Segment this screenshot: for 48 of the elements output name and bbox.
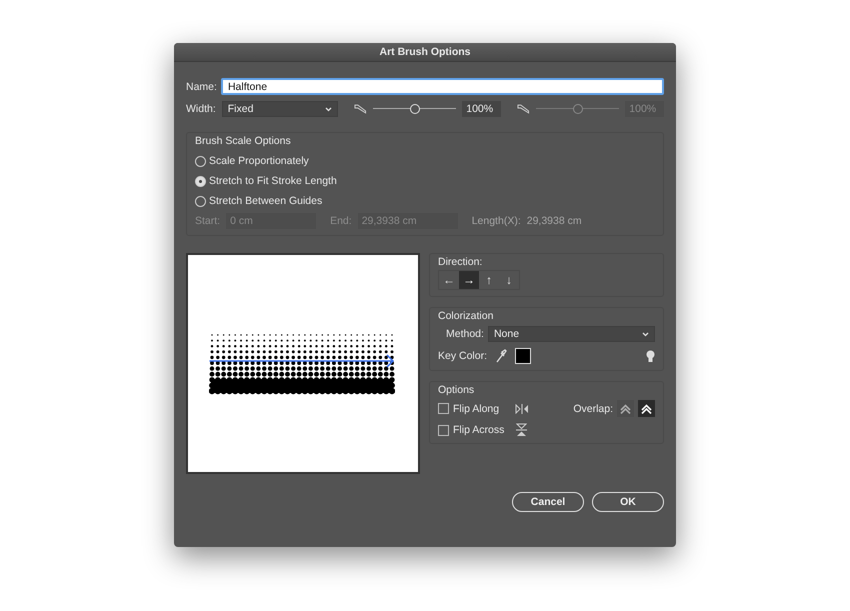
field-label: Overlap:	[573, 402, 613, 414]
overlap-button[interactable]	[638, 400, 655, 417]
option-label[interactable]: Flip Across	[453, 424, 504, 436]
field-label: Method:	[446, 328, 484, 340]
method-dropdown[interactable]: None	[488, 326, 655, 342]
group-title: Brush Scale Options	[195, 135, 292, 147]
field-label: Name:	[186, 80, 217, 92]
direction-button[interactable]: ↓	[499, 271, 519, 289]
checkbox[interactable]	[438, 403, 449, 414]
option-label[interactable]: Flip Along	[453, 402, 500, 414]
length-value: 29,3938 cm	[526, 215, 582, 227]
group-title: Colorization	[438, 310, 494, 322]
width-slider[interactable]	[373, 102, 456, 116]
flip-across-icon	[516, 423, 528, 437]
option-label[interactable]: Stretch Between Guides	[209, 195, 322, 207]
field-label: Start:	[195, 215, 220, 227]
chevron-icon	[620, 404, 631, 414]
caret-icon	[324, 106, 332, 112]
direction-button[interactable]: ←	[439, 271, 459, 289]
width-dropdown[interactable]: Fixed	[222, 101, 338, 117]
checkbox[interactable]	[438, 424, 449, 436]
dialog-button[interactable]: Cancel	[512, 492, 584, 512]
option-label[interactable]: Stretch to Fit Stroke Length	[209, 175, 337, 187]
taper-icon	[354, 104, 368, 114]
field-label: End:	[330, 215, 352, 227]
radio-button[interactable]	[195, 196, 206, 206]
field-label: Length(X):	[472, 215, 521, 227]
chevron-icon	[641, 404, 652, 414]
direction-button[interactable]: ↑	[479, 271, 499, 289]
group-title: Options	[438, 384, 476, 396]
direction-button[interactable]: →	[459, 271, 479, 289]
taper-icon	[516, 104, 530, 114]
flip-along-icon	[515, 404, 530, 414]
eyedropper-icon[interactable]	[495, 349, 508, 363]
field-label: Key Color:	[438, 350, 488, 362]
option-label[interactable]: Scale Proportionately	[209, 155, 309, 167]
lightbulb-icon[interactable]	[646, 350, 655, 362]
group-title: Direction:	[438, 256, 484, 268]
name-field[interactable]: Halftone	[220, 78, 664, 95]
width-slider[interactable]	[536, 102, 620, 116]
radio-button[interactable]	[195, 176, 206, 186]
dialog-button[interactable]: OK	[592, 492, 664, 512]
window-title: Art Brush Options	[380, 46, 470, 58]
width-value[interactable]: 100%	[462, 101, 501, 117]
radio-button[interactable]	[195, 156, 206, 166]
caret-icon	[642, 332, 649, 336]
field-label: Width:	[186, 103, 216, 115]
key-color-swatch[interactable]	[515, 348, 532, 364]
